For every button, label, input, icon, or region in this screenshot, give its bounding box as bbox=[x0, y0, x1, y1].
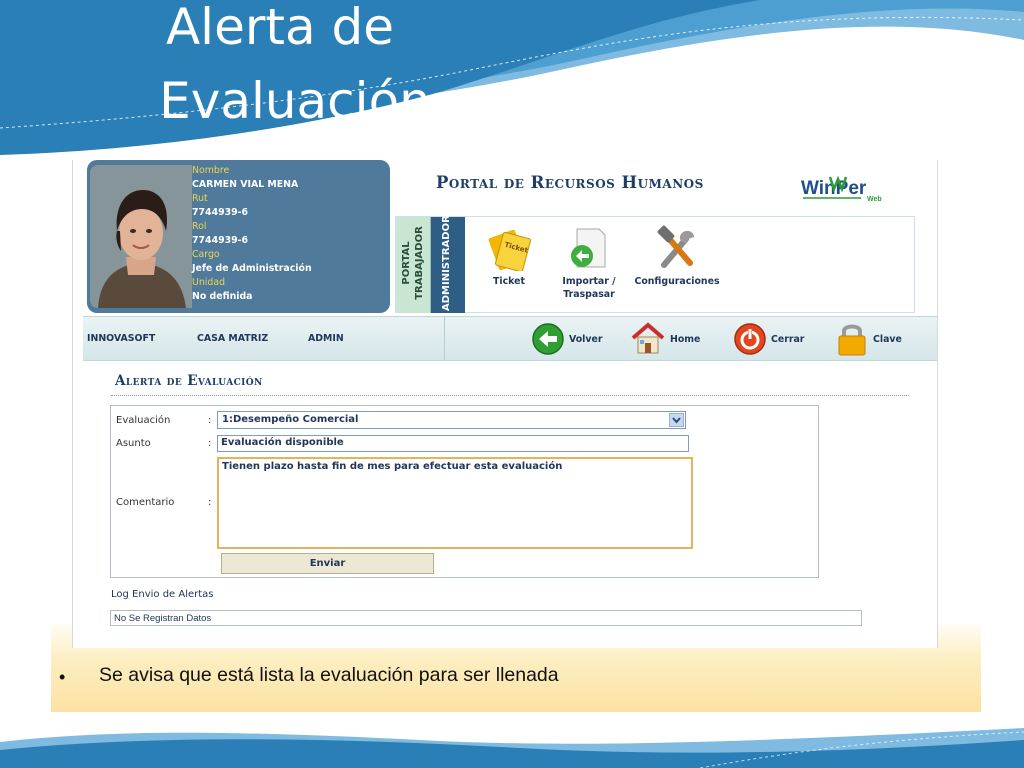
rut-label: Rut bbox=[192, 193, 208, 204]
nav-company: INNOVASOFT bbox=[87, 333, 156, 344]
menu-ticket[interactable]: Ticket Ticket bbox=[479, 225, 539, 288]
home-icon bbox=[631, 322, 665, 354]
log-table: No Se Registran Datos bbox=[110, 610, 862, 626]
lock-icon bbox=[838, 324, 866, 356]
tab-trabajador-line2: TRABAJADOR bbox=[414, 226, 425, 300]
comment-colon: : bbox=[208, 497, 212, 508]
portal-screenshot: Nombre CARMEN VIAL MENA Rut 7744939-6 Ro… bbox=[72, 160, 938, 648]
evaluation-select-value: 1:Desempeño Comercial bbox=[222, 414, 359, 425]
unidad-label: Unidad bbox=[192, 277, 226, 288]
avatar bbox=[90, 165, 192, 308]
profile-card: Nombre CARMEN VIAL MENA Rut 7744939-6 Ro… bbox=[87, 160, 390, 313]
winper-logo: WinPer Web bbox=[801, 173, 891, 203]
tools-icon bbox=[657, 225, 694, 268]
menu-importar-line2: Traspasar bbox=[563, 289, 615, 300]
chevron-down-icon[interactable] bbox=[669, 413, 684, 427]
bullet-mark: • bbox=[59, 667, 66, 687]
nav-context: INNOVASOFT CASA MATRIZ ADMIN bbox=[83, 317, 445, 360]
slide: Alerta de Evaluación • Se avisa que está… bbox=[0, 0, 1024, 768]
cargo-value: Jefe de Administración bbox=[192, 263, 312, 274]
name-label: Nombre bbox=[192, 165, 230, 176]
slide-title-line1: Alerta de bbox=[165, 0, 395, 56]
evaluation-select[interactable]: 1:Desempeño Comercial bbox=[217, 411, 686, 429]
eval-colon: : bbox=[208, 415, 212, 426]
name-value: CARMEN VIAL MENA bbox=[192, 179, 299, 190]
eval-label: Evaluación bbox=[116, 415, 171, 426]
profile-info: Nombre CARMEN VIAL MENA Rut 7744939-6 Ro… bbox=[192, 164, 390, 304]
portal-title: Portal de Recursos Humanos bbox=[436, 173, 704, 192]
slide-title: Alerta de Evaluación bbox=[145, 0, 445, 138]
subject-colon: : bbox=[208, 438, 212, 449]
rol-value: 7744939-6 bbox=[192, 235, 249, 246]
comment-textarea[interactable]: Tienen plazo hasta fin de mes para efect… bbox=[217, 457, 693, 549]
nav-bar: INNOVASOFT CASA MATRIZ ADMIN Volver Home… bbox=[83, 316, 937, 361]
ticket-icon: Ticket bbox=[488, 229, 531, 271]
tab-administrador[interactable]: ADMINISTRADOR bbox=[431, 215, 465, 313]
menu-ticket-label: Ticket bbox=[493, 276, 525, 287]
nav-user: ADMIN bbox=[308, 333, 344, 344]
slide-title-line2: Evaluación bbox=[159, 72, 431, 130]
rut-value: 7744939-6 bbox=[192, 207, 249, 218]
bottom-wave-decoration bbox=[0, 728, 1024, 768]
home-label: Home bbox=[670, 333, 701, 345]
subject-input[interactable]: Evaluación disponible bbox=[217, 435, 689, 452]
password-label: Clave bbox=[873, 333, 902, 345]
menu-importar-traspasar[interactable]: Importar / Traspasar bbox=[556, 225, 622, 301]
menu-configuraciones[interactable]: Configuraciones bbox=[632, 225, 722, 288]
back-button[interactable]: Volver bbox=[531, 321, 603, 357]
back-arrow-icon bbox=[532, 323, 564, 355]
close-button[interactable]: Cerrar bbox=[733, 321, 804, 357]
alert-form: Evaluación : 1:Desempeño Comercial Asunt… bbox=[110, 405, 819, 578]
back-label: Volver bbox=[569, 333, 603, 345]
subject-label: Asunto bbox=[116, 438, 151, 449]
cargo-label: Cargo bbox=[192, 249, 220, 260]
close-label: Cerrar bbox=[771, 333, 805, 345]
form-title-divider bbox=[111, 395, 909, 396]
logo-subtext: Web bbox=[867, 196, 882, 203]
password-button[interactable]: Clave bbox=[835, 321, 902, 357]
nav-branch: CASA MATRIZ bbox=[197, 333, 269, 344]
bullet-text: Se avisa que está lista la evaluación pa… bbox=[99, 664, 559, 686]
tab-trabajador-line1: PORTAL bbox=[401, 241, 412, 285]
send-button[interactable]: Enviar bbox=[221, 553, 434, 574]
unidad-value: No definida bbox=[192, 291, 253, 302]
menu-importar-line1: Importar / bbox=[562, 276, 616, 287]
module-menu: PORTAL TRABAJADOR ADMINISTRADOR Ticket T… bbox=[395, 215, 915, 313]
home-button[interactable]: Home bbox=[630, 321, 700, 357]
comment-label: Comentario bbox=[116, 497, 175, 508]
rol-label: Rol bbox=[192, 221, 207, 232]
tab-admin-label: ADMINISTRADOR bbox=[441, 215, 452, 311]
power-icon bbox=[734, 323, 766, 355]
menu-config-label: Configuraciones bbox=[634, 276, 720, 287]
tab-portal-trabajador[interactable]: PORTAL TRABAJADOR bbox=[396, 217, 431, 313]
log-title: Log Envio de Alertas bbox=[111, 589, 214, 600]
form-title: Alerta de Evaluación bbox=[115, 373, 263, 389]
import-icon bbox=[571, 228, 606, 268]
